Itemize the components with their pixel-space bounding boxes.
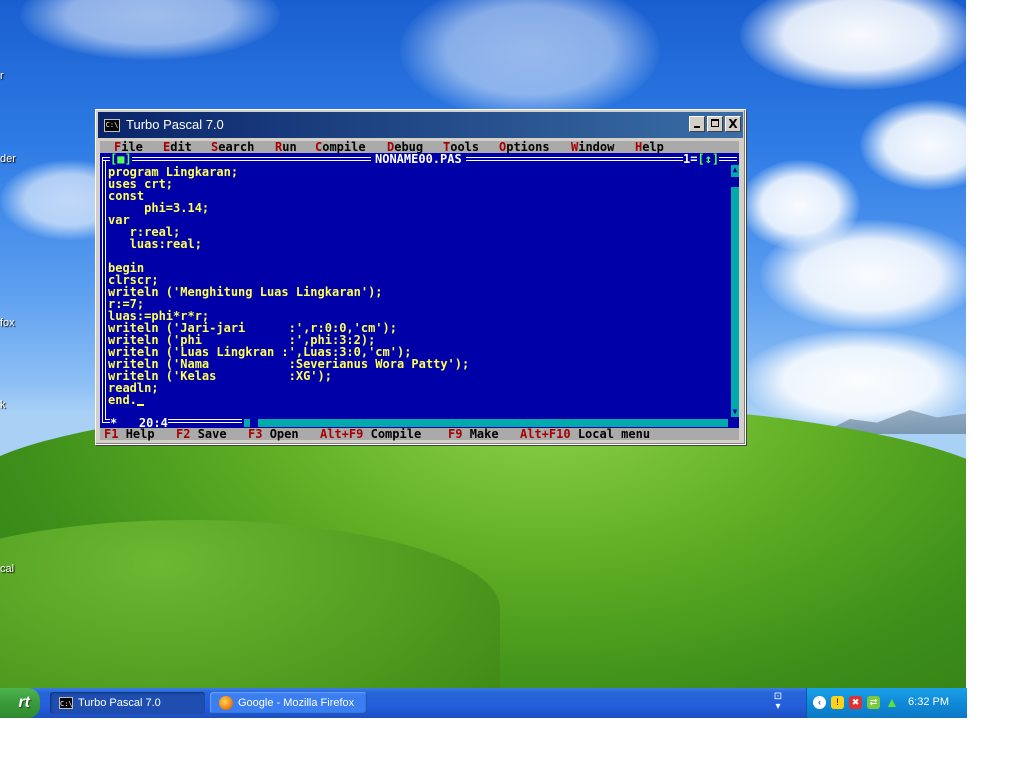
- menu-options[interactable]: Options: [499, 141, 550, 153]
- task-label: Google - Mozilla Firefox: [238, 697, 355, 709]
- close-box-glyph: [■]: [110, 152, 132, 166]
- firefox-icon: [219, 696, 233, 710]
- maximize-icon: [711, 119, 719, 127]
- window-title: Turbo Pascal 7.0: [126, 117, 224, 132]
- hint-key: F3: [248, 427, 263, 441]
- menu-run[interactable]: Run: [275, 141, 297, 153]
- hint-compile[interactable]: Alt+F9 Compile: [320, 428, 421, 440]
- hint-open[interactable]: F3 Open: [248, 428, 299, 440]
- code-line[interactable]: phi=3.14;: [108, 202, 728, 214]
- menu-edit[interactable]: Edit: [163, 141, 192, 153]
- editor-close-box[interactable]: [■]: [110, 153, 132, 165]
- network-icon[interactable]: ⇄: [867, 696, 880, 709]
- console-icon[interactable]: C:\: [104, 119, 120, 132]
- clock[interactable]: 6:32 PM: [908, 696, 949, 708]
- code-line[interactable]: writeln ('Kelas :XG');: [108, 370, 728, 382]
- hint-label: Make: [469, 427, 499, 441]
- antivirus-icon[interactable]: ✖: [849, 696, 862, 709]
- scroll-thumb[interactable]: [731, 177, 739, 187]
- cloud: [400, 0, 660, 120]
- language-bar-icon[interactable]: ⊡ ▾: [772, 692, 784, 712]
- menu-label: ptions: [506, 140, 550, 154]
- turbo-pascal-window[interactable]: C:\ Turbo Pascal 7.0 X File Edit Search …: [95, 109, 746, 445]
- security-shield-icon[interactable]: !: [831, 696, 844, 709]
- show-hidden-icon[interactable]: ‹: [813, 696, 826, 709]
- zoom-icon: [↕]: [697, 152, 720, 166]
- taskbar-button-turbo-pascal[interactable]: C:\ Turbo Pascal 7.0: [50, 692, 205, 714]
- hint-label: Help: [125, 427, 155, 441]
- scroll-down-icon[interactable]: ▼: [731, 407, 739, 417]
- system-tray: ‹ ! ✖ ⇄ ▲ 6:32 PM: [806, 688, 967, 718]
- cloud: [740, 330, 966, 430]
- desktop-icon-label[interactable]: cal: [0, 563, 14, 575]
- text-cursor: [136, 404, 144, 406]
- hint-local-menu[interactable]: Alt+F10 Local menu: [520, 428, 650, 440]
- code-line[interactable]: end.: [108, 394, 137, 406]
- window-titlebar[interactable]: C:\ Turbo Pascal 7.0 X: [98, 112, 743, 138]
- menu-help[interactable]: Help: [635, 141, 664, 153]
- code-line[interactable]: begin: [108, 262, 728, 274]
- vertical-scrollbar[interactable]: ▲ ▼: [731, 165, 739, 417]
- hint-key: F2: [176, 427, 191, 441]
- code-line[interactable]: uses crt;: [108, 178, 728, 190]
- menu-label: ompile: [322, 140, 366, 154]
- update-icon[interactable]: ▲: [885, 695, 899, 709]
- code-line[interactable]: [108, 250, 728, 262]
- menu-compile[interactable]: Compile: [315, 141, 366, 153]
- menu-label: earch: [218, 140, 255, 154]
- code-line[interactable]: writeln ('Menghitung Luas Lingkaran');: [108, 286, 728, 298]
- cloud: [760, 220, 966, 330]
- code-editor[interactable]: program Lingkaran; uses crt; const phi=3.1…: [108, 166, 728, 418]
- minimize-icon: [694, 126, 700, 128]
- hint-key: F1: [104, 427, 119, 441]
- hint-save[interactable]: F2 Save: [176, 428, 227, 440]
- desktop-icon-label[interactable]: r: [0, 70, 4, 82]
- close-icon: X: [728, 117, 738, 131]
- close-button[interactable]: X: [725, 116, 741, 132]
- dos-console[interactable]: File Edit Search Run Compile Debug Tools…: [100, 141, 739, 440]
- code-line[interactable]: readln;: [108, 382, 728, 394]
- frame-border: [105, 160, 106, 420]
- frame-border: [102, 157, 103, 423]
- cloud: [20, 0, 280, 60]
- hint-label: Save: [197, 427, 227, 441]
- desktop-icon-label[interactable]: der: [0, 153, 16, 165]
- menu-search[interactable]: Search: [211, 141, 254, 153]
- menu-label: un: [282, 140, 297, 154]
- hint-key: Alt+F10: [520, 427, 571, 441]
- menu-window[interactable]: Window: [571, 141, 614, 153]
- code-line[interactable]: luas:real;: [108, 238, 728, 250]
- console-icon: C:\: [59, 697, 73, 709]
- editor-window[interactable]: [■] NONAME00.PAS 1=[↕] program Lingkaran…: [100, 152, 739, 429]
- maximize-button[interactable]: [707, 116, 723, 132]
- cloud: [740, 0, 966, 90]
- scroll-up-icon[interactable]: ▲: [731, 165, 739, 175]
- editor-filename: NONAME00.PAS: [371, 153, 466, 165]
- cloud: [860, 100, 966, 190]
- desktop-icon-label[interactable]: k: [0, 399, 6, 411]
- taskbar: rt C:\ Turbo Pascal 7.0 Google - Mozilla…: [0, 688, 967, 718]
- hint-label: Open: [269, 427, 299, 441]
- taskbar-button-firefox[interactable]: Google - Mozilla Firefox: [210, 692, 367, 714]
- hint-make[interactable]: F9 Make: [448, 428, 499, 440]
- hint-help[interactable]: F1 Help: [104, 428, 155, 440]
- start-label: rt: [18, 694, 30, 711]
- minimize-button[interactable]: [689, 116, 705, 132]
- menu-label: elp: [642, 140, 664, 154]
- menu-label: dit: [170, 140, 192, 154]
- code-line[interactable]: var: [108, 214, 728, 226]
- editor-zoom-box[interactable]: 1=[↕]: [683, 152, 720, 166]
- hint-key: Alt+F9: [320, 427, 364, 441]
- horizontal-scrollbar[interactable]: [244, 419, 728, 427]
- hint-label: Local menu: [577, 427, 651, 441]
- code-line[interactable]: program Lingkaran;: [108, 166, 728, 178]
- start-button[interactable]: rt: [0, 688, 40, 718]
- menu-label: indow: [578, 140, 615, 154]
- task-label: Turbo Pascal 7.0: [78, 697, 161, 709]
- hint-bar: F1 Help F2 Save F3 Open Alt+F9 Compile F…: [100, 428, 739, 440]
- hint-label: Compile: [370, 427, 422, 441]
- hint-key: F9: [448, 427, 463, 441]
- desktop-icon-label[interactable]: fox: [0, 317, 15, 329]
- scroll-thumb[interactable]: [250, 419, 258, 427]
